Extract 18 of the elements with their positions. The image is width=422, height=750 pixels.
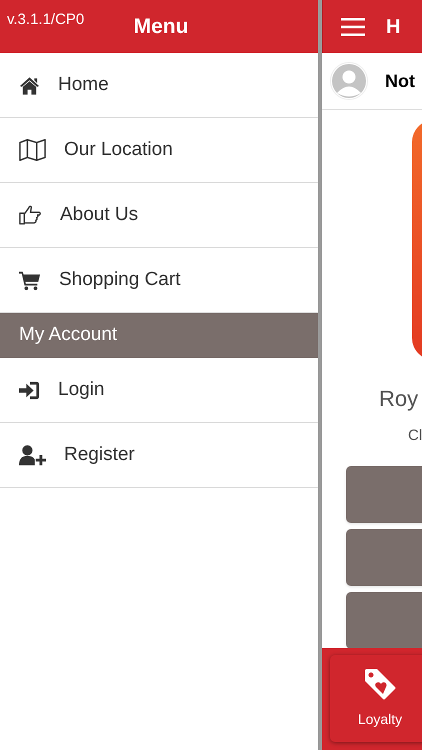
menu-icon[interactable] [341,18,365,36]
section-header: My Account [0,313,318,358]
avatar-icon [330,62,368,100]
heart-tag-icon [363,667,397,701]
store-name: Roy [379,385,420,413]
login-icon [19,380,40,400]
version-label: v.3.1.1/CP0 [7,10,84,30]
add-user-icon [19,444,46,466]
loyalty-tab[interactable]: Loyalty [330,655,422,742]
store-subtitle: Cl [408,426,422,446]
drawer-title: Menu [132,14,188,40]
pointing-hand-icon [19,204,42,226]
menu-item[interactable]: Register [0,423,318,488]
user-name: Not [385,70,415,92]
map-icon [19,138,46,162]
cart-icon [19,270,41,290]
home-icon [19,76,40,94]
page-title: H [386,14,400,40]
